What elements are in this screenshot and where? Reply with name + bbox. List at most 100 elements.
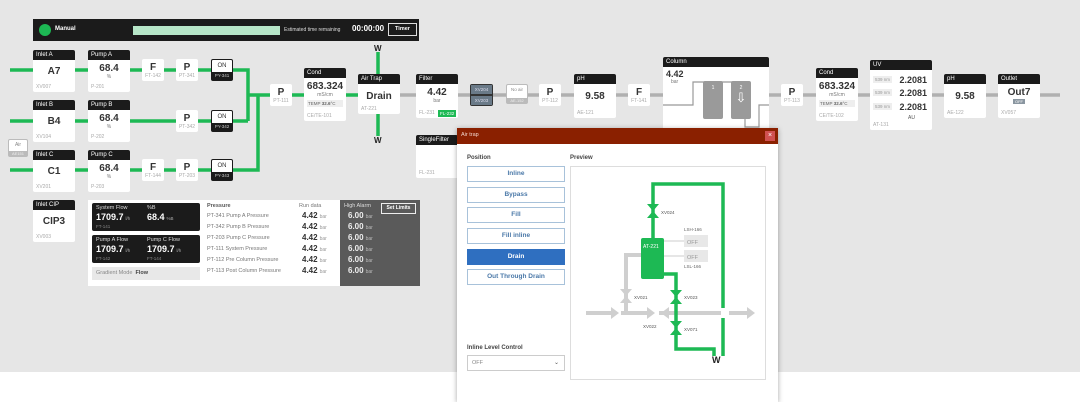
pressure-sensor-pt341[interactable]: P PT-341 — [176, 59, 198, 81]
pressure-row-value: 4.42 bar — [302, 233, 327, 242]
valve-xv204[interactable]: XV204 — [471, 85, 492, 94]
single-filter[interactable]: SingleFilter FL-231 — [416, 135, 458, 178]
position-fill-button[interactable]: Fill — [467, 207, 565, 223]
waste-top-label: W — [374, 44, 382, 53]
pressure-row-name: PT-113 Post Column Pressure — [207, 268, 281, 274]
flow-sensor-ft141[interactable]: F FT-141 — [628, 84, 650, 106]
uv-wavelength: 539 nm — [873, 89, 893, 96]
ph-sensor-2[interactable]: pH 9.58 AE-122 — [944, 74, 986, 118]
column-slot-1[interactable]: 1 — [703, 81, 723, 119]
pressure-sensor-pt112[interactable]: P PT-112 — [539, 84, 561, 106]
filter-title: Filter — [416, 74, 458, 84]
sensor-label: P — [183, 162, 191, 173]
sensor-tag: PT-111 — [273, 98, 289, 104]
unit: bar — [319, 225, 327, 231]
conductivity-1[interactable]: Cond 683.324 mS/cm TEMP 32.6°C CE/TE-101 — [304, 68, 346, 121]
value: 6.00 — [348, 266, 364, 275]
value: 68.4 — [147, 212, 165, 222]
outlet[interactable]: Outlet Out7 OFF XV057 — [998, 74, 1040, 118]
inlet-cip[interactable]: Inlet CIP CIP3 XV003 — [33, 200, 75, 242]
close-button[interactable]: × — [765, 131, 775, 141]
valve-xv024-icon — [647, 204, 659, 218]
valve-group[interactable]: XV204 XV203 — [470, 84, 493, 106]
inlet-c-tag: XV201 — [36, 184, 52, 190]
unit: l/h — [125, 216, 131, 221]
pump-c[interactable]: Pump C 68.4% P-203 — [88, 150, 130, 192]
cond1-tag: CE/TE-101 — [307, 113, 332, 119]
pump-a[interactable]: Pump A 68.4% P-201 — [88, 50, 130, 92]
filter-tag-2-badge[interactable]: FL-232 — [438, 110, 457, 117]
sensor-tag: PT-113 — [784, 98, 800, 104]
inlet-b-title: Inlet B — [33, 100, 75, 110]
timer-button[interactable]: Timer — [388, 23, 417, 36]
filter-value: 4.42 — [427, 87, 447, 98]
conductivity-2[interactable]: Cond 683.324 mS/cm TEMP 32.6°C CE/TE-102 — [816, 68, 858, 121]
uv-value: 2.2081 — [899, 88, 927, 98]
switch-tag: PY-342 — [212, 123, 232, 131]
position-inline-button[interactable]: Inline — [467, 166, 565, 182]
uv-wavelength: 539 nm — [873, 76, 893, 83]
filter[interactable]: Filter 4.42 bar FL-231 FL-232 — [416, 74, 458, 118]
preview-diagram: OFF OFF LSH-166 LSL-166 AT-221 XV024 XV0… — [570, 166, 766, 380]
pressure-row-name: PT-341 Pump A Pressure — [207, 213, 269, 219]
position-drain-button[interactable]: Drain — [467, 249, 565, 265]
position-bypass-button[interactable]: Bypass — [467, 187, 565, 203]
outlet-value: Out7 — [1007, 87, 1031, 98]
pressure-row-value: 4.42 bar — [302, 266, 327, 275]
pump-switch-c[interactable]: ON PY-343 — [211, 159, 233, 181]
set-limits-button[interactable]: Set Limits — [381, 203, 416, 214]
pressure-sensor-pt113[interactable]: P PT-113 — [781, 84, 803, 106]
inlet-b-tag: XV104 — [36, 134, 52, 140]
inline-level-control-select[interactable]: OFF ⌄ — [467, 355, 565, 371]
air-trap[interactable]: Air Trap Drain AT-221 — [358, 74, 400, 114]
pressure-sensor-pt111[interactable]: P PT-111 — [270, 84, 292, 106]
cond1-unit: mS/cm — [317, 92, 333, 98]
pressure-sensor-pt203[interactable]: P PT-203 — [176, 159, 198, 181]
flow-sensor-ft142[interactable]: F FT-142 — [142, 59, 164, 81]
unit: bar — [365, 247, 373, 253]
uv-monitor[interactable]: UV 539 nm 2.2081 539 nm 2.2081 539 nm 2.208… — [870, 60, 932, 130]
gradient-mode: Gradient Mode Flow — [92, 267, 200, 280]
sensor-label: P — [546, 87, 554, 98]
sensor-tag: FT-144 — [145, 173, 161, 179]
position-out-through-drain-button[interactable]: Out Through Drain — [467, 269, 565, 285]
pump-b-tag: P-202 — [91, 134, 105, 140]
inlet-c[interactable]: Inlet C C1 XV201 — [33, 150, 75, 192]
chevron-down-icon: ⌄ — [553, 360, 559, 366]
sensor-label: P — [277, 87, 285, 98]
valve-xv203[interactable]: XV203 — [471, 96, 492, 105]
pump-flow-box: Pump A Flow 1709.7 l/h FT-142 Pump C Flow… — [92, 235, 200, 263]
pump-switch-a[interactable]: ON PY-341 — [211, 59, 233, 81]
flow-sensor-ft144[interactable]: F FT-144 — [142, 159, 164, 181]
inlet-cip-tag: XV003 — [36, 234, 52, 240]
pump-switch-b[interactable]: ON PY-342 — [211, 110, 233, 132]
uv-value: 2.2081 — [899, 102, 927, 112]
value: 4.42 — [302, 222, 318, 231]
column[interactable]: Column 4.42 bar 1 2 ⇩ — [663, 57, 769, 130]
inlet-a-title: Inlet A — [33, 50, 75, 60]
inlet-cip-value: CIP3 — [42, 216, 66, 227]
ph-sensor-1[interactable]: pH 9.58 AE-121 — [574, 74, 616, 118]
pressure-row-name: PT-203 Pump C Pressure — [207, 235, 270, 241]
inlet-b[interactable]: Inlet B B4 XV104 — [33, 100, 75, 142]
arrow-right-icon — [611, 307, 619, 319]
sensor-label: P — [788, 87, 796, 98]
cond2-title: Cond — [816, 68, 858, 78]
switch-state: ON — [217, 63, 227, 69]
ph2-tag: AE-122 — [947, 110, 964, 116]
pump-c-title: Pump C — [88, 150, 130, 160]
pressure-sensor-pt342[interactable]: P PT-342 — [176, 110, 198, 132]
pump-b[interactable]: Pump B 68.4% P-202 — [88, 100, 130, 142]
air-trap-dialog: Air trap × Position Preview Inline Bypas… — [457, 128, 778, 402]
air-sensor[interactable]: Air AE151 — [8, 139, 28, 157]
waste-bottom-label: W — [374, 136, 382, 145]
inlet-a[interactable]: Inlet A A7 XV007 — [33, 50, 75, 92]
pump-b-value: 68.4 — [99, 113, 119, 124]
inline-level-control-label: Inline Level Control — [467, 345, 523, 351]
uv-row: 539 nm 2.2081 — [873, 88, 929, 98]
no-air-sensor[interactable]: No air AE-152 — [506, 84, 528, 104]
position-fill-inline-button[interactable]: Fill inline — [467, 228, 565, 244]
inlet-c-title: Inlet C — [33, 150, 75, 160]
pump-a-flow-label: Pump A Flow — [96, 237, 129, 243]
column-slot-2[interactable]: 2 ⇩ — [731, 81, 751, 119]
